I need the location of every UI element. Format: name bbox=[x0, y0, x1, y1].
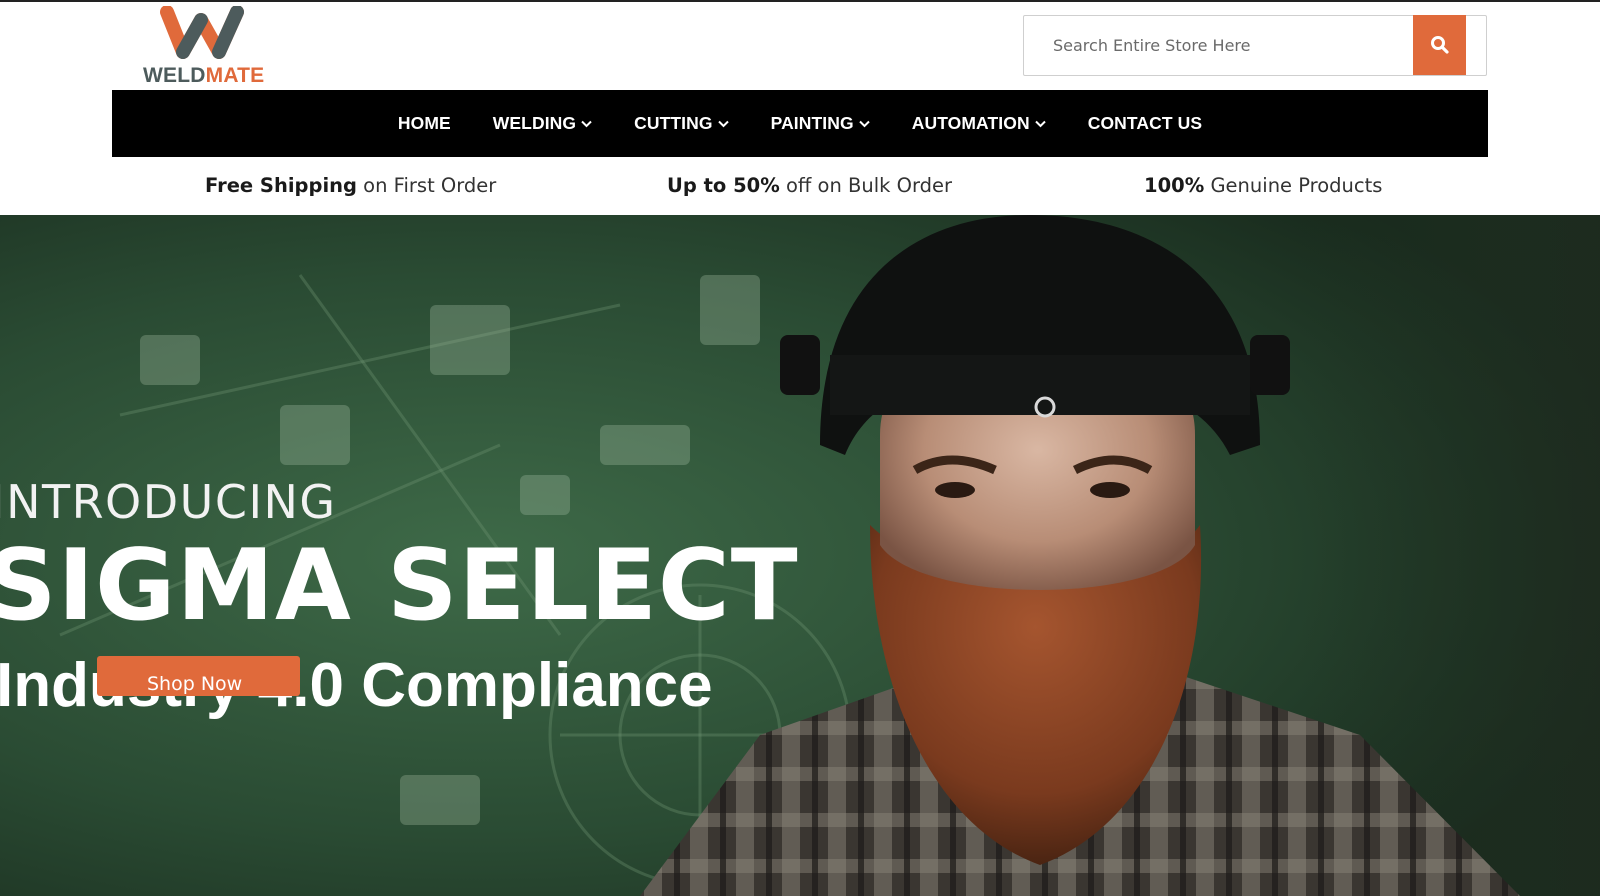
chevron-down-icon bbox=[859, 120, 870, 128]
nav-item-welding[interactable]: WELDING bbox=[493, 113, 592, 134]
nav-item-home[interactable]: HOME bbox=[398, 113, 451, 134]
nav-item-contact-us[interactable]: CONTACT US bbox=[1088, 113, 1202, 134]
nav-label: CONTACT US bbox=[1087, 113, 1203, 133]
hero-kicker: INTRODUCING bbox=[0, 475, 337, 529]
promo-highlight: Up to 50% bbox=[667, 174, 780, 197]
search-input[interactable] bbox=[1024, 16, 1434, 75]
logo-mate: MATE bbox=[205, 64, 265, 87]
promo-text: Genuine Products bbox=[1204, 174, 1383, 197]
weldmate-logo-mark bbox=[160, 6, 244, 59]
shop-now-button[interactable]: Shop Now bbox=[97, 656, 300, 696]
promo-highlight: 100% bbox=[1144, 174, 1205, 197]
promo-free-shipping: Free Shipping on First Order bbox=[205, 168, 496, 204]
promo-text: on First Order bbox=[356, 174, 497, 197]
nav-label: CUTTING bbox=[634, 113, 713, 133]
logo-wordmark: WELDMATE bbox=[143, 64, 264, 88]
search-icon bbox=[1430, 36, 1449, 54]
main-nav: HOME WELDING CUTTING PAINTING AUTOMATION… bbox=[112, 90, 1488, 157]
nav-item-automation[interactable]: AUTOMATION bbox=[912, 113, 1046, 134]
nav-label: WELDING bbox=[492, 113, 577, 133]
promo-bulk-discount: Up to 50% off on Bulk Order bbox=[667, 168, 952, 204]
hero-banner[interactable]: INTRODUCING SIGMA SELECT Industry 4.0 Co… bbox=[0, 215, 1600, 896]
nav-label: HOME bbox=[397, 113, 451, 133]
promo-text: off on Bulk Order bbox=[779, 174, 953, 197]
search-button[interactable] bbox=[1413, 15, 1466, 75]
nav-label: PAINTING bbox=[770, 113, 854, 133]
chevron-down-icon bbox=[717, 120, 729, 128]
nav-item-painting[interactable]: PAINTING bbox=[771, 113, 870, 134]
site-logo[interactable]: WELDMATE bbox=[143, 6, 275, 90]
promo-genuine-products: 100% Genuine Products bbox=[1144, 168, 1382, 204]
promo-highlight: Free Shipping bbox=[205, 174, 357, 197]
hero-title: SIGMA SELECT bbox=[0, 529, 799, 643]
chevron-down-icon bbox=[581, 120, 592, 128]
chevron-down-icon bbox=[1034, 120, 1046, 128]
nav-item-cutting[interactable]: CUTTING bbox=[634, 113, 729, 134]
top-border bbox=[0, 0, 1600, 2]
nav-label: AUTOMATION bbox=[911, 113, 1030, 133]
logo-weld: WELD bbox=[143, 64, 206, 87]
